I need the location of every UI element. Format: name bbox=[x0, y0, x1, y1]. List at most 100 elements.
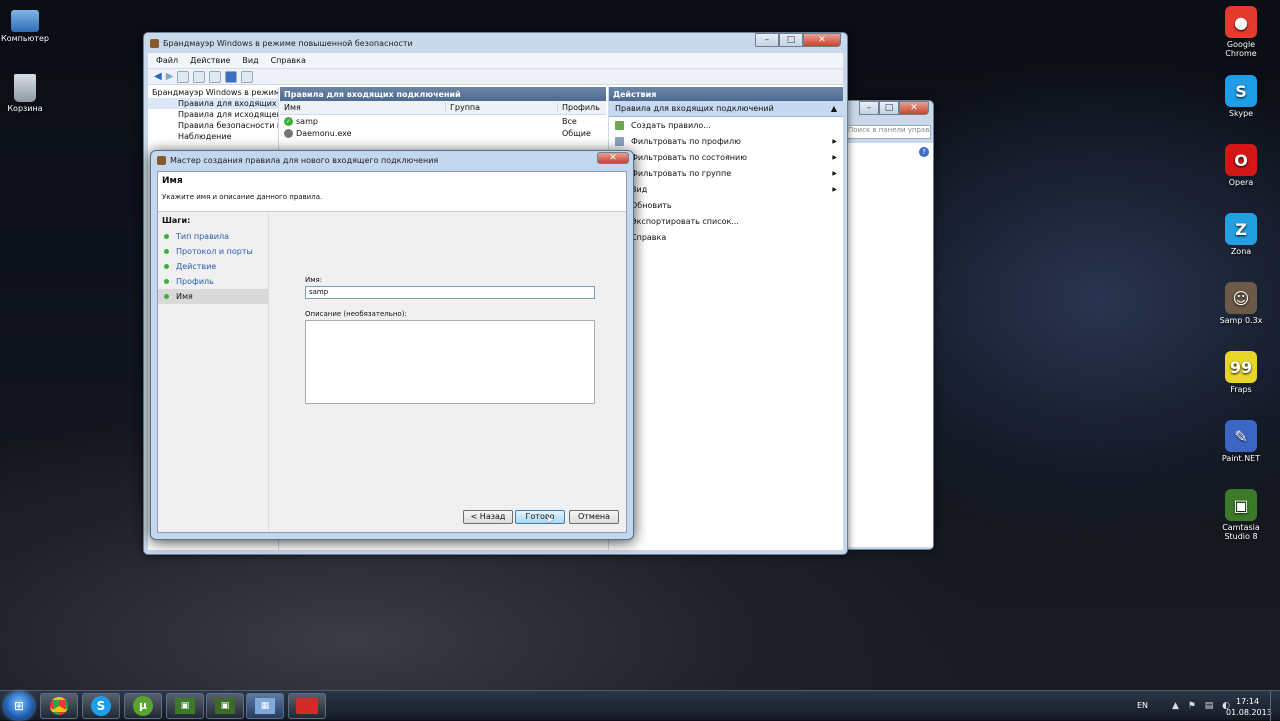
samp-icon: ▣ bbox=[215, 698, 235, 714]
name-field[interactable]: samp bbox=[305, 286, 595, 299]
rules-column-headers: Имя Группа Профиль bbox=[280, 101, 606, 115]
help-icon[interactable]: ? bbox=[919, 147, 929, 157]
export-icon[interactable] bbox=[209, 70, 222, 83]
action-item[interactable]: Обновить bbox=[609, 197, 843, 213]
window-title: Брандмауэр Windows в режиме повышенной б… bbox=[163, 38, 413, 48]
desktop-icon-camtasia-studio-8[interactable]: ▣ Camtasia Studio 8 bbox=[1211, 489, 1271, 541]
action-label: Фильтровать по состоянию bbox=[631, 152, 747, 162]
maximize-button[interactable]: □ bbox=[779, 33, 803, 47]
skype-icon: S bbox=[91, 696, 111, 716]
start-button[interactable]: ⊞ bbox=[4, 692, 34, 720]
search-input[interactable]: Поиск в панели управления bbox=[845, 125, 931, 139]
action-label: Экспортировать список... bbox=[631, 216, 739, 226]
desktop-icon-recycle-bin[interactable]: Корзина bbox=[0, 74, 55, 113]
rule-profile: Все bbox=[562, 116, 577, 126]
step-label: Действие bbox=[176, 262, 217, 271]
desktop-icon-label: Google Chrome bbox=[1225, 40, 1257, 58]
action-item[interactable]: Создать правило... bbox=[609, 117, 843, 133]
column-profile[interactable]: Профиль bbox=[558, 103, 600, 112]
recycle-bin-icon bbox=[14, 74, 36, 102]
tray-icons[interactable]: ▲ ⚑ ▤ ◐ bbox=[1172, 701, 1233, 711]
toolbar: ◀ ▶ bbox=[148, 69, 843, 85]
wizard-step[interactable]: Протокол и порты bbox=[158, 244, 268, 259]
action-item[interactable]: Фильтровать по профилю ▶ bbox=[609, 133, 843, 149]
show-tree-icon[interactable] bbox=[193, 70, 206, 83]
show-desktop-button[interactable] bbox=[1270, 691, 1280, 721]
close-button[interactable]: ✕ bbox=[803, 33, 841, 47]
wizard-step[interactable]: Действие bbox=[158, 259, 268, 274]
taskbar-utorrent[interactable]: µ bbox=[124, 693, 162, 719]
chrome-icon bbox=[50, 697, 68, 715]
maximize-button[interactable]: □ bbox=[879, 101, 899, 115]
step-label: Профиль bbox=[176, 277, 214, 286]
clock-date[interactable]: 01.08.2013 bbox=[1226, 708, 1272, 717]
table-row[interactable]: Daemonu.exe Общие bbox=[280, 127, 606, 139]
language-indicator[interactable]: EN bbox=[1137, 701, 1148, 710]
actions-section-header[interactable]: Правила для входящих подключений ▲ bbox=[609, 101, 843, 117]
finish-button[interactable]: Готово bbox=[515, 510, 565, 524]
desktop-icon-label: Zona bbox=[1230, 247, 1252, 256]
desktop-icon-opera[interactable]: O Opera bbox=[1211, 144, 1271, 187]
minimize-button[interactable]: – bbox=[755, 33, 779, 47]
properties-icon[interactable] bbox=[241, 70, 254, 83]
minimize-button[interactable]: – bbox=[859, 101, 879, 115]
tree-item-outbound[interactable]: Правила для исходящего bbox=[148, 109, 278, 120]
menu-action[interactable]: Действие bbox=[190, 56, 230, 65]
column-name[interactable]: Имя bbox=[280, 103, 446, 112]
desktop-icon-skype[interactable]: S Skype bbox=[1211, 75, 1271, 118]
wizard-content: Имя: samp Описание (необязательно): < На… bbox=[268, 214, 626, 532]
table-row[interactable]: ✓ samp Все bbox=[280, 115, 606, 127]
action-item[interactable]: Фильтровать по группе ▶ bbox=[609, 165, 843, 181]
action-item[interactable]: Справка bbox=[609, 229, 843, 245]
menu-file[interactable]: Файл bbox=[156, 56, 178, 65]
opera-icon: O bbox=[1225, 144, 1257, 176]
rule-disabled-icon bbox=[284, 128, 293, 138]
desktop-icon-google-chrome[interactable]: ● Google Chrome bbox=[1211, 6, 1271, 58]
menu-help[interactable]: Справка bbox=[271, 56, 306, 65]
forward-arrow-icon[interactable]: ▶ bbox=[166, 71, 174, 82]
up-folder-icon[interactable] bbox=[177, 70, 190, 83]
desktop-icon-zona[interactable]: Z Zona bbox=[1211, 213, 1271, 256]
column-group[interactable]: Группа bbox=[446, 103, 558, 112]
close-button[interactable]: ✕ bbox=[899, 101, 929, 115]
desktop-icon-fraps[interactable]: 99 Fraps bbox=[1211, 351, 1271, 394]
taskbar-firewall[interactable]: ▦ bbox=[246, 693, 284, 719]
control-panel-content: ? bbox=[845, 143, 933, 547]
action-item[interactable]: Вид ▶ bbox=[609, 181, 843, 197]
tree-item-security[interactable]: Правила безопасности под bbox=[148, 120, 278, 131]
taskbar-camtasia[interactable]: ▣ bbox=[166, 693, 204, 719]
close-button[interactable]: ✕ bbox=[597, 152, 629, 164]
action-item[interactable]: Фильтровать по состоянию ▶ bbox=[609, 149, 843, 165]
desktop-icon-paint-net[interactable]: ✎ Paint.NET bbox=[1211, 420, 1271, 463]
google-chrome-icon: ● bbox=[1225, 6, 1257, 38]
desktop-icon-computer[interactable]: Компьютер bbox=[0, 6, 55, 43]
utorrent-icon: µ bbox=[133, 696, 153, 716]
back-arrow-icon[interactable]: ◀ bbox=[154, 71, 162, 82]
taskbar-samp[interactable]: ▣ bbox=[206, 693, 244, 719]
action-label: Справка bbox=[631, 232, 667, 242]
cancel-button[interactable]: Отмена bbox=[569, 510, 619, 524]
description-label: Описание (необязательно): bbox=[305, 310, 407, 318]
tree-item-monitoring[interactable]: Наблюдение bbox=[148, 131, 278, 142]
back-button[interactable]: < Назад bbox=[463, 510, 513, 524]
camtasia-studio-8-icon: ▣ bbox=[1225, 489, 1257, 521]
desktop-icon-label: Samp 0.3x bbox=[1219, 316, 1263, 325]
desktop-icon-samp-0-3x[interactable]: ☺ Samp 0.3x bbox=[1211, 282, 1271, 325]
tree-item-root[interactable]: Брандмауэр Windows в режим bbox=[148, 87, 278, 98]
step-status-icon bbox=[164, 264, 169, 269]
tree-item-inbound[interactable]: Правила для входящих по bbox=[148, 98, 278, 109]
taskbar-media[interactable] bbox=[288, 693, 326, 719]
wizard-step[interactable]: Профиль bbox=[158, 274, 268, 289]
taskbar-chrome[interactable] bbox=[40, 693, 78, 719]
help-icon[interactable] bbox=[225, 70, 238, 83]
taskbar-skype[interactable]: S bbox=[82, 693, 120, 719]
action-item[interactable]: Экспортировать список... bbox=[609, 213, 843, 229]
allow-rule-icon: ✓ bbox=[284, 116, 293, 126]
actions-section-label: Правила для входящих подключений bbox=[615, 104, 774, 113]
wizard-step[interactable]: Имя bbox=[158, 289, 268, 304]
clock-time[interactable]: 17:14 bbox=[1236, 697, 1259, 706]
wizard-step[interactable]: Тип правила bbox=[158, 229, 268, 244]
description-field[interactable] bbox=[305, 320, 595, 404]
collapse-icon: ▲ bbox=[830, 104, 837, 113]
menu-view[interactable]: Вид bbox=[242, 56, 258, 65]
